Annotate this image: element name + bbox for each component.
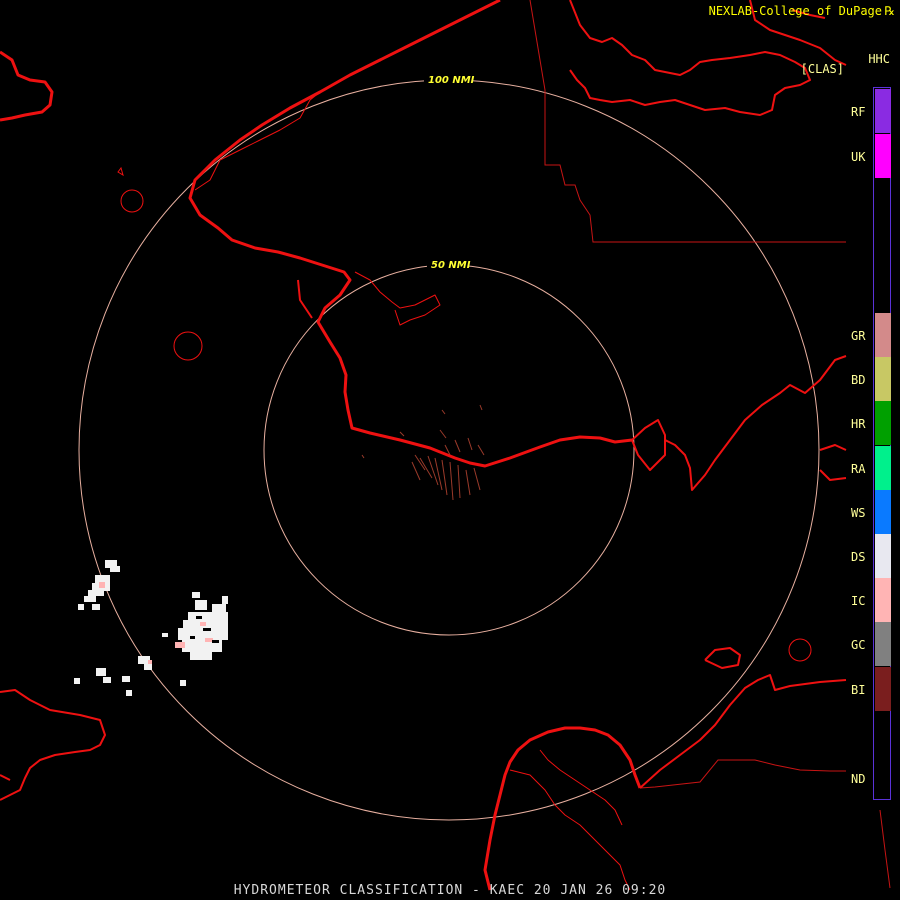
legend-swatch-ws xyxy=(875,490,891,534)
legend-label-ws: WS xyxy=(851,506,866,520)
legend-label-gr: GR xyxy=(851,329,866,343)
legend-label-hr: HR xyxy=(851,417,866,431)
credit-text: NEXLAB-College of DuPage xyxy=(708,4,882,18)
product-title: HYDROMETEOR CLASSIFICATION - KAEC 20 JAN… xyxy=(233,883,667,898)
range-label-100: 100 NMI xyxy=(428,75,475,86)
legend-swatch-ic xyxy=(875,578,891,622)
legend-label-uk: UK xyxy=(851,150,866,164)
legend-label-ic: IC xyxy=(851,594,866,608)
political-borders xyxy=(529,0,891,889)
precipitation-echoes xyxy=(74,560,228,696)
range-ring-100 xyxy=(78,79,820,821)
radar-clutter xyxy=(361,404,485,501)
legend-swatch-ra xyxy=(875,446,891,490)
coastlines xyxy=(0,0,847,891)
legend-label-ra: RA xyxy=(851,462,866,476)
legend-label-bi: BI xyxy=(851,683,866,697)
legend-label-ds: DS xyxy=(851,550,866,564)
legend-swatch-rf xyxy=(875,89,891,133)
legend-swatch-hr xyxy=(875,401,891,445)
legend-swatch-uk xyxy=(875,134,891,178)
range-label-50: 50 NMI xyxy=(431,260,471,271)
legend-label-bd: BD xyxy=(851,373,866,387)
legend-label-rf: RF xyxy=(851,105,866,119)
legend-swatch-bd xyxy=(875,357,891,401)
credit-mark: ℞ xyxy=(884,4,895,18)
legend-swatch-gc xyxy=(875,622,891,666)
legend-label-gc: GC xyxy=(851,638,866,652)
legend-swatch-gr xyxy=(875,313,891,357)
legend-swatch-ds xyxy=(875,534,891,578)
units-label: [CLAS] xyxy=(800,62,844,76)
radar-map[interactable]: 100 NMI 50 NMI xyxy=(0,0,900,900)
legend-label-nd: ND xyxy=(851,772,866,786)
legend-swatch-bi xyxy=(875,667,891,711)
product-code: HHC xyxy=(868,52,890,66)
